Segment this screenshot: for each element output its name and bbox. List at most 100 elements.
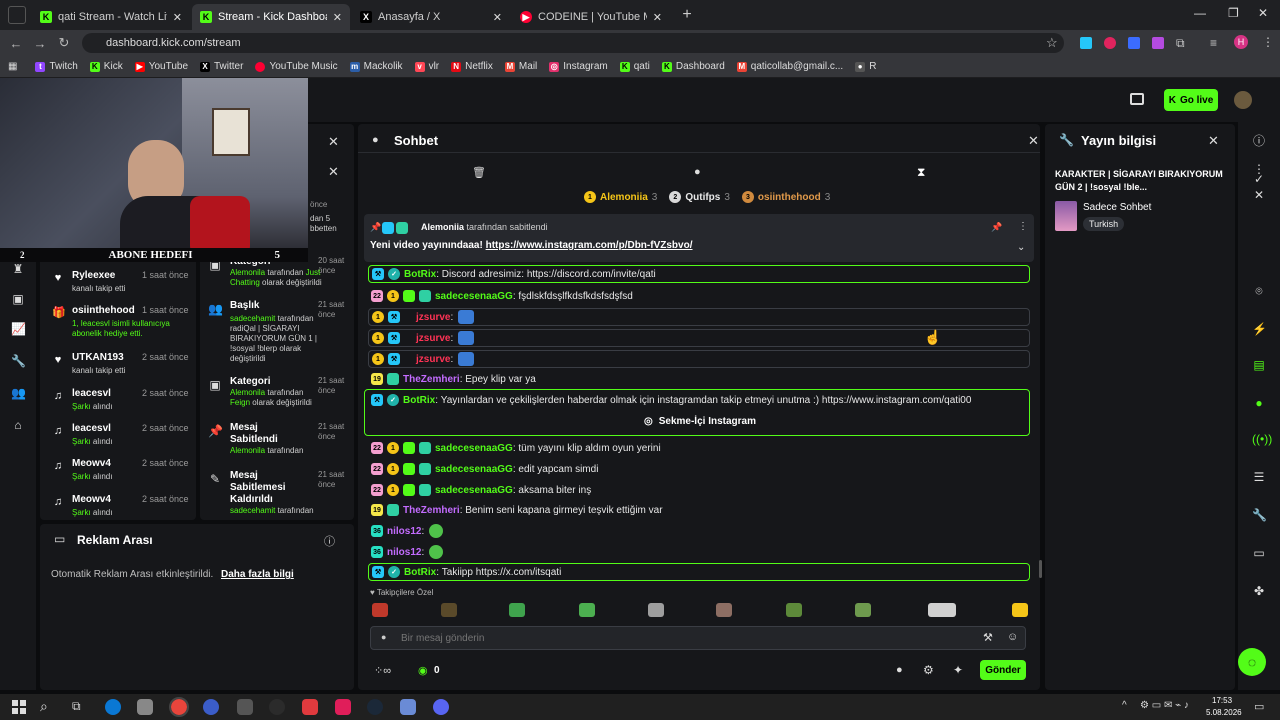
chat-message[interactable]: 19 TheZemheri: Benim seni kapana girmeyi … bbox=[368, 501, 1030, 519]
emote-button[interactable] bbox=[509, 603, 525, 617]
bookmark-mail[interactable]: M Mail bbox=[504, 61, 537, 72]
bookmark-star-icon[interactable]: ☆ bbox=[1046, 35, 1058, 51]
video-icon[interactable]: ▣ bbox=[11, 292, 25, 306]
bookmark-youtube-music[interactable]: YouTube Music bbox=[255, 61, 338, 72]
clipboard-icon[interactable]: ▤ bbox=[1252, 358, 1266, 372]
chevron-up-icon[interactable]: ^ bbox=[1122, 700, 1127, 711]
bookmark-vlr[interactable]: v vlr bbox=[414, 61, 439, 72]
emote-button[interactable] bbox=[648, 603, 664, 617]
activity-username[interactable]: leacesvl bbox=[72, 388, 111, 399]
chat-scrollbar[interactable] bbox=[1039, 560, 1042, 578]
restore-icon[interactable]: ❐ bbox=[1228, 6, 1239, 20]
wrench-icon[interactable]: 🔧 bbox=[1252, 508, 1267, 522]
chat-username[interactable]: BotRix bbox=[404, 269, 436, 280]
close-icon[interactable]: ✕ bbox=[328, 164, 339, 180]
chat-message[interactable]: 36 nilos12: bbox=[368, 522, 1030, 540]
chat-input-box[interactable]: ● ⚒ ☺ bbox=[370, 626, 1026, 650]
event-user[interactable]: Alemonila bbox=[230, 446, 265, 455]
hourglass-icon[interactable]: ⧗ bbox=[917, 165, 925, 180]
check-icon[interactable]: ✓ bbox=[1252, 172, 1266, 186]
emote[interactable] bbox=[458, 331, 475, 345]
profile-avatar[interactable]: H bbox=[1234, 35, 1248, 49]
chat-username[interactable]: sadecesenaaGG bbox=[435, 485, 513, 496]
pinned-tool-icon[interactable]: ⚒ bbox=[983, 631, 993, 644]
close-icon[interactable]: ✕ bbox=[493, 11, 502, 24]
chat-mode-icon[interactable]: ● bbox=[694, 166, 701, 178]
app-icon[interactable] bbox=[302, 699, 318, 715]
close-icon[interactable]: ✕ bbox=[653, 11, 662, 24]
chat-username[interactable]: nilos12 bbox=[387, 526, 421, 537]
bookmark-youtube[interactable]: ▶ YouTube bbox=[134, 61, 188, 72]
emote-button[interactable] bbox=[372, 603, 388, 617]
chat-input[interactable] bbox=[401, 630, 961, 646]
activity-username[interactable]: osiinthehood bbox=[72, 305, 135, 316]
more-options-icon[interactable]: ⋮ bbox=[1018, 221, 1028, 232]
app-icon[interactable] bbox=[237, 699, 253, 715]
bookmark-instagram[interactable]: ◎ Instagram bbox=[549, 61, 608, 72]
lightning-icon[interactable]: ⚡ bbox=[1252, 322, 1267, 336]
gear-icon[interactable]: ⚙ bbox=[923, 663, 934, 677]
activity-username[interactable]: UTKAN193 bbox=[72, 352, 124, 363]
emote-button[interactable] bbox=[579, 603, 595, 617]
activity-username[interactable]: leacesvl bbox=[72, 423, 111, 434]
bookmark-gmail[interactable]: Mqaticollab@gmail.c... bbox=[736, 61, 843, 72]
emote[interactable] bbox=[458, 310, 475, 324]
extension-icon[interactable] bbox=[1080, 37, 1092, 49]
bookmark-netflix[interactable]: N Netflix bbox=[451, 61, 493, 72]
task-view-icon[interactable]: ⧉ bbox=[72, 699, 81, 714]
event-user[interactable]: Alemonila bbox=[230, 268, 265, 277]
event-user[interactable]: sadecehamit bbox=[230, 314, 275, 323]
chat-message[interactable]: 22 1 sadecesenaaGG: aksama biter inş bbox=[368, 481, 1030, 499]
pinned-link[interactable]: https://www.instagram.com/p/Dbn-fVZsbvo/ bbox=[486, 240, 693, 251]
discord-icon[interactable] bbox=[433, 699, 449, 715]
bookmark-twitch[interactable]: t Twitch bbox=[35, 61, 78, 72]
reload-icon[interactable]: ↻ bbox=[52, 35, 76, 51]
tab-kick-dashboard[interactable]: K Stream - Kick Dashboard ✕ bbox=[192, 4, 350, 30]
chat-username[interactable]: TheZemheri bbox=[403, 374, 460, 385]
menu-icon[interactable]: ⋮ bbox=[1262, 35, 1274, 49]
chat-username[interactable]: BotRix bbox=[404, 567, 436, 578]
users-icon[interactable]: 👥 bbox=[11, 386, 26, 400]
activity-username[interactable]: Meowv4 bbox=[72, 494, 111, 505]
puzzle-icon[interactable]: ✦ bbox=[953, 663, 963, 677]
chat-message[interactable]: 36 nilos12: bbox=[368, 543, 1030, 561]
chat-message[interactable]: 22 1 sadecesenaaGG: edit yapcam simdi bbox=[368, 460, 1030, 478]
info-icon[interactable]: ⓘ bbox=[324, 533, 335, 549]
emote-button[interactable] bbox=[441, 603, 457, 617]
activity-username[interactable]: Ryleexee bbox=[72, 270, 115, 281]
window-icon[interactable]: ▭ bbox=[1252, 546, 1266, 560]
more-info-link[interactable]: Daha fazla bilgi bbox=[221, 569, 294, 580]
chat-username[interactable]: sadecesenaaGG bbox=[435, 443, 513, 454]
app-icon[interactable] bbox=[137, 699, 153, 715]
bookmark-kick[interactable]: K Kick bbox=[89, 61, 123, 72]
edge-icon[interactable] bbox=[105, 699, 121, 715]
emote[interactable] bbox=[458, 352, 475, 366]
tab-x[interactable]: X Anasayfa / X ✕ bbox=[352, 4, 510, 30]
go-live-button[interactable]: K Go live bbox=[1164, 89, 1218, 111]
url-input[interactable]: dashboard.kick.com/stream bbox=[82, 33, 1064, 53]
chat-message[interactable]: 22 1 sadecesenaaGG: fşdlskfdsşlfkdsfkdsfsd… bbox=[368, 287, 1030, 305]
close-icon[interactable]: ✕ bbox=[328, 134, 339, 150]
chat-username[interactable]: nilos12 bbox=[387, 547, 421, 558]
puzzle-icon[interactable]: ✤ bbox=[1252, 584, 1266, 598]
emote-button[interactable] bbox=[928, 603, 956, 617]
instagram-tab-button[interactable]: ◎ Sekme-İçi Instagram bbox=[644, 416, 756, 427]
bookmark-qati[interactable]: Kqati bbox=[619, 61, 650, 72]
send-button[interactable]: Gönder bbox=[980, 660, 1026, 680]
emote-button[interactable] bbox=[855, 603, 871, 617]
close-icon[interactable]: ✕ bbox=[1028, 133, 1039, 149]
close-icon[interactable]: ✕ bbox=[1252, 188, 1266, 202]
points-icon[interactable]: ⁘∞ bbox=[374, 664, 391, 677]
chat-message[interactable]: 1 ⚒ jzsurve: bbox=[368, 308, 1030, 326]
chat-bubble-icon[interactable]: ● bbox=[896, 664, 903, 676]
gifter-name[interactable]: osiinthehood bbox=[758, 192, 821, 203]
bookmark-mackolik[interactable]: m Mackolik bbox=[349, 61, 403, 72]
chat-username[interactable]: sadecesenaaGG bbox=[435, 464, 513, 475]
support-chat-icon[interactable]: ◌ bbox=[1238, 648, 1266, 676]
chat-username[interactable]: TheZemheri bbox=[403, 505, 460, 516]
user-avatar[interactable] bbox=[1234, 91, 1252, 109]
minimize-icon[interactable]: — bbox=[1194, 6, 1206, 20]
search-icon[interactable]: ⌕ bbox=[40, 698, 48, 715]
chat-username[interactable]: jzsurve bbox=[416, 354, 450, 365]
emote-button[interactable] bbox=[786, 603, 802, 617]
